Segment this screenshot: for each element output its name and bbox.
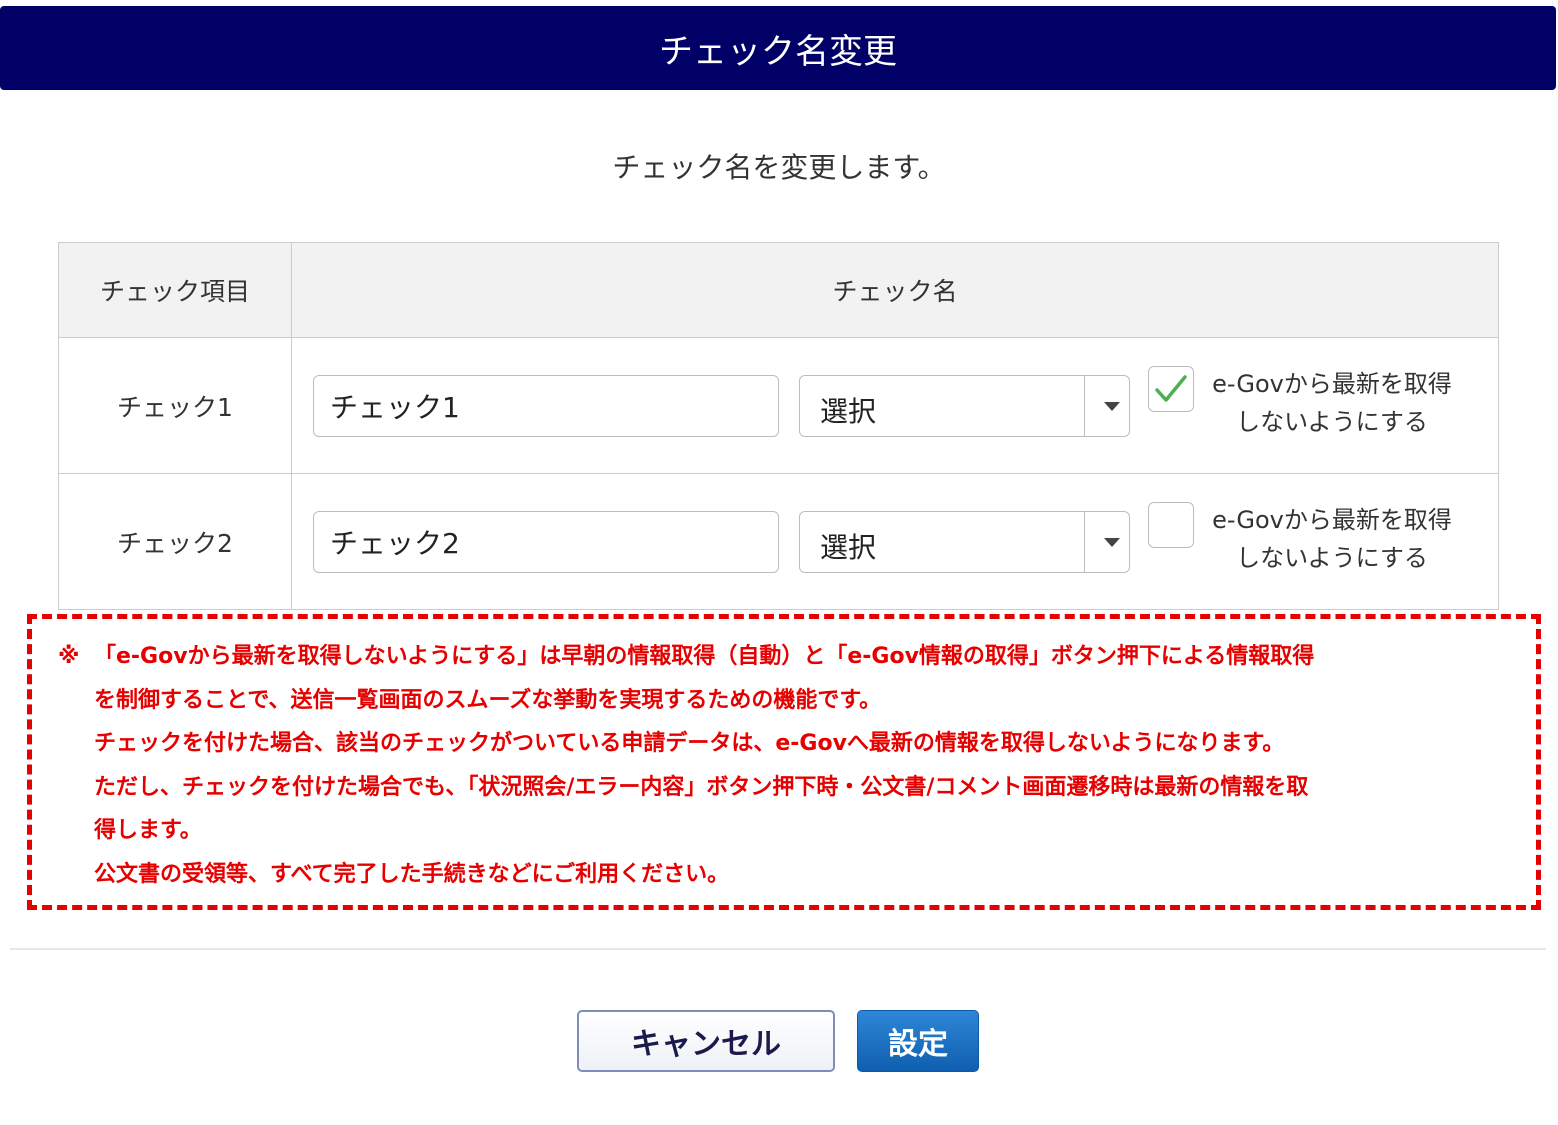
no-update-checkbox-label: e-Govから最新を取得 しないようにする: [1202, 501, 1462, 577]
check-name-input[interactable]: [313, 375, 779, 437]
check-label-line1: e-Govから最新を取得: [1212, 506, 1452, 534]
notice-line: ただし、チェックを付けた場合でも、「状況照会/エラー内容」ボタン押下時・公文書/…: [94, 774, 1309, 800]
check-label-line2: しないようにする: [1236, 544, 1428, 572]
cancel-button[interactable]: キャンセル: [577, 1010, 835, 1072]
notice-line: 得します。: [94, 818, 202, 843]
no-update-checkbox[interactable]: [1148, 366, 1194, 412]
notice-line: ※ 「e-Govから最新を取得しないようにする」は早朝の情報取得（自動）と「e-G…: [58, 635, 1510, 679]
select-value: 選択: [820, 531, 877, 564]
notice-box: ※ 「e-Govから最新を取得しないようにする」は早朝の情報取得（自動）と「e-G…: [27, 614, 1541, 910]
table-header-row: チェック項目 チェック名: [58, 242, 1499, 338]
check-name-cell: 選択 e-Govから最新を取得 しないようにする: [291, 337, 1499, 474]
check-name-cell: 選択 e-Govから最新を取得 しないようにする: [291, 473, 1499, 610]
ok-button[interactable]: 設定: [857, 1010, 979, 1072]
check-label-line1: e-Govから最新を取得: [1212, 370, 1452, 398]
column-header-name: チェック名: [291, 242, 1499, 338]
no-update-checkbox-label: e-Govから最新を取得 しないようにする: [1202, 365, 1462, 441]
table-row: チェック1 選択 e-Govから最新を取得 しないようにする: [58, 337, 1499, 474]
no-update-checkbox[interactable]: [1148, 502, 1194, 548]
column-header-item: チェック項目: [58, 242, 292, 338]
notice-line: 公文書の受領等、すべて完了した手続きなどにご利用ください。: [94, 861, 730, 887]
select-value: 選択: [820, 395, 877, 428]
check-item-label: チェック1: [58, 337, 292, 474]
check-name-table: チェック項目 チェック名 チェック1 選択 e-Govから最新を取得 しないよう…: [58, 242, 1499, 610]
check-select[interactable]: 選択: [799, 375, 1130, 437]
notice-line: チェックを付けた場合、該当のチェックがついている申請データは、e-Govへ最新の…: [94, 731, 1285, 756]
table-row: チェック2 選択 e-Govから最新を取得 しないようにする: [58, 473, 1499, 610]
dialog-title: チェック名変更: [659, 31, 897, 72]
check-item-label: チェック2: [58, 473, 292, 610]
check-select[interactable]: 選択: [799, 511, 1130, 573]
divider: [10, 948, 1546, 950]
notice-mark: ※: [58, 644, 80, 669]
checkmark-icon: [1155, 375, 1187, 402]
dialog-header: チェック名変更: [0, 6, 1556, 90]
caret-down-icon[interactable]: [1104, 402, 1120, 411]
select-divider: [1084, 512, 1085, 572]
notice-line: を制御することで、送信一覧画面のスムーズな挙動を実現するための機能です。: [94, 687, 882, 713]
select-divider: [1084, 376, 1085, 436]
dialog-subtitle: チェック名を変更します。: [612, 151, 946, 184]
caret-down-icon[interactable]: [1104, 538, 1120, 547]
check-label-line2: しないようにする: [1236, 408, 1428, 436]
check-name-input[interactable]: [313, 511, 779, 573]
